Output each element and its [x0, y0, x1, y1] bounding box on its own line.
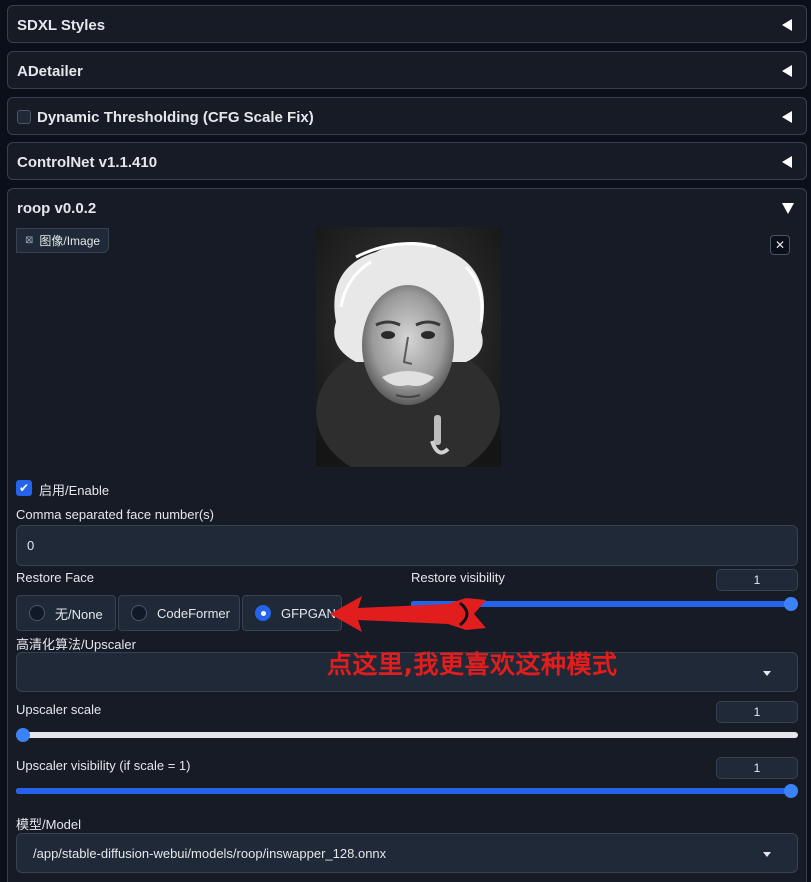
portrait-picture — [316, 227, 501, 482]
slider-fill — [16, 788, 798, 794]
clear-image-button[interactable]: ✕ — [770, 235, 790, 255]
restore-face-option-gfpgan[interactable]: GFPGAN — [242, 595, 342, 631]
upscaler-visibility-number[interactable]: 1 — [716, 757, 798, 779]
accordion-title: roop v0.0.2 — [17, 199, 97, 217]
collapse-arrow-icon[interactable] — [782, 156, 792, 168]
expand-arrow-icon[interactable] — [782, 202, 794, 214]
model-value: /app/stable-diffusion-webui/models/roop/… — [33, 845, 387, 861]
chevron-down-icon — [763, 852, 771, 857]
image-tab-label: 图像/Image — [39, 234, 101, 248]
radio-label: 无/None — [55, 606, 103, 622]
accordion-title: SDXL Styles — [17, 16, 106, 34]
upscaler-visibility-label: Upscaler visibility (if scale = 1) — [16, 758, 191, 773]
accordion-roop-header[interactable]: roop v0.0.2 — [8, 189, 806, 227]
model-dropdown[interactable]: /app/stable-diffusion-webui/models/roop/… — [16, 833, 798, 873]
enable-checkbox[interactable]: ✔ — [16, 480, 32, 496]
collapse-arrow-icon[interactable] — [782, 19, 792, 31]
accordion-controlnet[interactable]: ControlNet v1.1.410 — [7, 142, 807, 180]
accordion-title: ControlNet v1.1.410 — [17, 153, 158, 171]
checkmark-icon: ✔ — [18, 481, 30, 495]
accordion-sdxl-styles[interactable]: SDXL Styles — [7, 5, 807, 43]
radio-selected-icon — [255, 605, 271, 621]
accordion-dynamic-thresholding[interactable]: Dynamic Thresholding (CFG Scale Fix) — [7, 97, 807, 135]
restore-face-option-none[interactable]: 无/None — [16, 595, 116, 631]
face-image[interactable] — [316, 227, 501, 482]
face-numbers-label: Comma separated face number(s) — [16, 507, 214, 522]
restore-face-label: Restore Face — [16, 570, 95, 585]
model-label: 模型/Model — [16, 817, 82, 832]
face-numbers-input[interactable]: 0 — [16, 525, 798, 566]
restore-face-radio-group: 无/None CodeFormer GFPGAN — [16, 595, 342, 631]
accordion-title: Dynamic Thresholding (CFG Scale Fix) — [37, 108, 314, 126]
slider-thumb[interactable] — [784, 597, 798, 611]
restore-face-option-codeformer[interactable]: CodeFormer — [118, 595, 240, 631]
image-icon: ⊠ — [25, 235, 34, 246]
restore-visibility-label: Restore visibility — [411, 570, 505, 585]
enable-label: 启用/Enable — [39, 483, 110, 498]
annotation-arrow-icon — [330, 596, 486, 632]
collapse-arrow-icon[interactable] — [782, 111, 792, 123]
upscaler-scale-label: Upscaler scale — [16, 702, 102, 717]
restore-visibility-number[interactable]: 1 — [716, 569, 798, 591]
upscaler-scale-slider[interactable] — [16, 728, 798, 742]
upscaler-label: 高清化算法/Upscaler — [16, 637, 136, 652]
upscaler-visibility-slider[interactable] — [16, 784, 798, 798]
close-icon: ✕ — [774, 238, 786, 252]
accordion-adetailer[interactable]: ADetailer — [7, 51, 807, 89]
slider-thumb[interactable] — [16, 728, 30, 742]
radio-icon — [131, 605, 147, 621]
annotation-text: 点这里,我更喜欢这种模式 — [327, 650, 618, 679]
radio-icon — [29, 605, 45, 621]
slider-thumb[interactable] — [784, 784, 798, 798]
dynamic-thresholding-checkbox[interactable] — [17, 110, 31, 124]
collapse-arrow-icon[interactable] — [782, 65, 792, 77]
upscaler-scale-number[interactable]: 1 — [716, 701, 798, 723]
radio-label: CodeFormer — [157, 605, 230, 621]
image-tab: ⊠ 图像/Image — [16, 228, 110, 253]
accordion-title: ADetailer — [17, 62, 83, 80]
chevron-down-icon — [763, 671, 771, 676]
